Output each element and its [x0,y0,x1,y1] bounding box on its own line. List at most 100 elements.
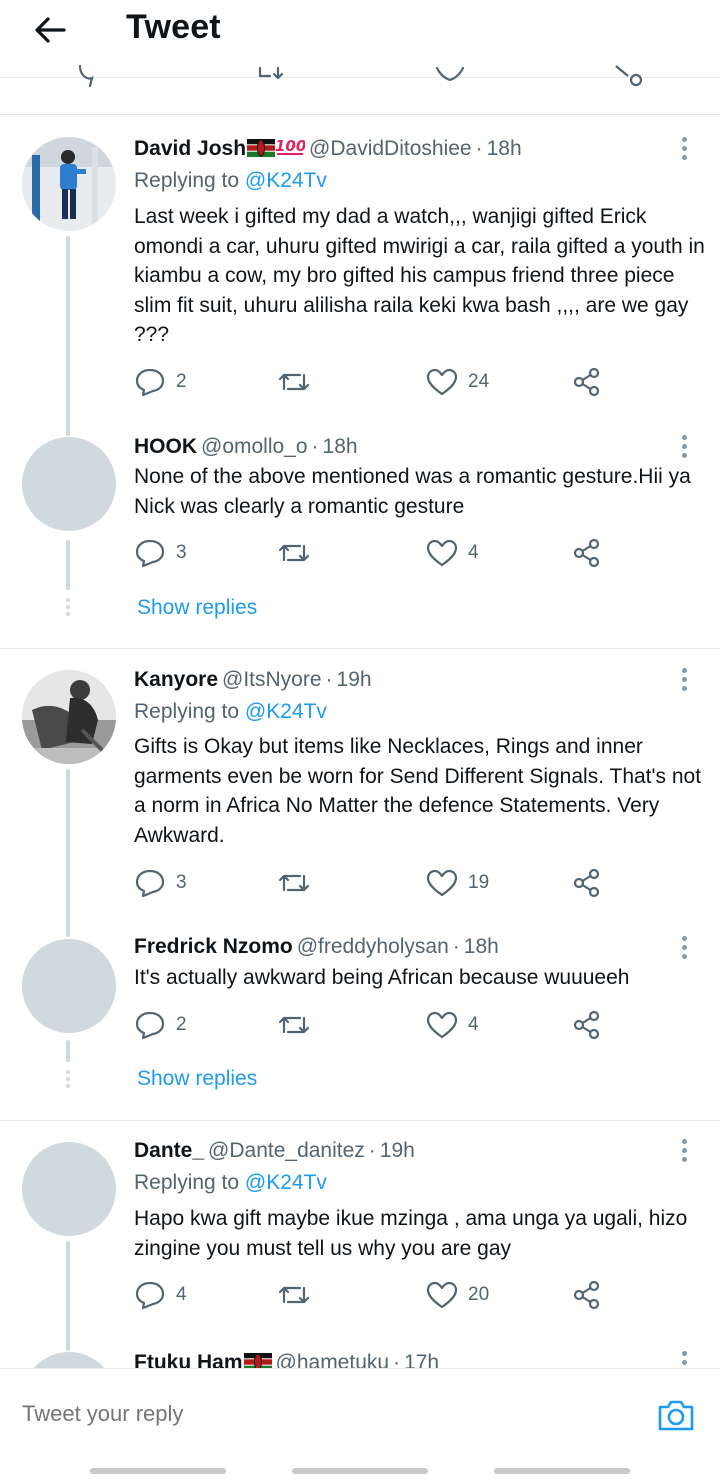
more-options-button[interactable] [682,936,688,963]
reply-icon [135,1011,165,1040]
retweet-button[interactable] [276,1277,312,1313]
author-name[interactable]: David Josh [134,137,246,160]
heart-icon [426,539,458,567]
replying-to: Replying to @K24Tv [134,169,327,192]
separator-dot: · [452,935,460,958]
mention-link[interactable]: @K24Tv [245,700,327,723]
share-button[interactable] [572,535,602,571]
thread-line [66,769,70,937]
author-name[interactable]: HOOK [134,435,197,458]
share-icon[interactable] [612,64,648,88]
divider [0,1120,720,1121]
divider [0,648,720,649]
tweet-actions: 2 4 [134,1007,614,1043]
like-icon[interactable] [434,64,466,88]
share-button[interactable] [572,1277,602,1313]
mention-link[interactable]: @K24Tv [245,169,327,192]
reply-count: 4 [176,1284,187,1305]
avatar[interactable] [22,1142,116,1236]
author-handle[interactable]: @ItsNyore [222,668,322,691]
show-replies-link[interactable]: Show replies [137,1067,257,1091]
retweet-icon [278,1286,310,1304]
heart-icon [426,1281,458,1309]
share-icon [573,367,600,397]
author-handle[interactable]: @Dante_danitez [208,1139,365,1162]
share-icon [573,1280,600,1310]
like-button[interactable]: 19 [426,865,489,901]
share-icon [573,868,600,898]
timestamp[interactable]: 18h [323,435,358,458]
reply-button[interactable]: 3 [134,535,187,571]
separator-dot: · [368,1139,376,1162]
arrow-left-icon [35,17,66,43]
thread-line [66,236,70,436]
tweet-header: Kanyore @ItsNyore · 19h [134,665,372,695]
reply-button[interactable]: 2 [134,1007,187,1043]
retweet-icon [278,373,310,391]
timestamp[interactable]: 18h [464,935,499,958]
author-name[interactable]: Fredrick Nzomo [134,935,293,958]
tweet-actions: 3 19 [134,865,614,901]
retweet-button[interactable] [276,535,312,571]
avatar[interactable] [22,137,116,231]
like-button[interactable]: 20 [426,1277,489,1313]
author-handle[interactable]: @DavidDitoshiee [309,137,472,160]
tweet-text: Hapo kwa gift maybe ikue mzinga , ama un… [134,1207,688,1260]
replying-to: Replying to @K24Tv [134,1171,327,1194]
more-options-button[interactable] [682,435,688,462]
timestamp[interactable]: 19h [380,1139,415,1162]
camera-button[interactable] [656,1397,698,1437]
more-options-button[interactable] [682,1139,688,1166]
author-name[interactable]: Kanyore [134,668,218,691]
reply-input[interactable] [22,1401,622,1427]
back-button[interactable] [28,10,72,50]
avatar[interactable] [22,939,116,1033]
collapsed-thread-dots [66,1070,70,1091]
avatar[interactable] [22,670,116,764]
avatar[interactable] [22,437,116,531]
tweet-text: Gifts is Okay but items like Necklaces, … [134,735,702,847]
timestamp[interactable]: 18h [487,137,522,160]
share-button[interactable] [572,364,602,400]
retweet-button[interactable] [276,865,312,901]
like-button[interactable]: 24 [426,364,489,400]
heart-icon [426,869,458,897]
author-name[interactable]: Dante_ [134,1139,204,1162]
like-count: 4 [468,1014,479,1035]
reply-button[interactable]: 3 [134,865,187,901]
timestamp[interactable]: 19h [337,668,372,691]
share-button[interactable] [572,1007,602,1043]
heart-icon [426,1011,458,1039]
like-button[interactable]: 4 [426,1007,479,1043]
show-replies-link[interactable]: Show replies [137,596,257,620]
like-count: 20 [468,1284,490,1305]
share-button[interactable] [572,865,602,901]
retweet-icon [278,874,310,892]
retweet-button[interactable] [276,1007,312,1043]
tweet-header: Fredrick Nzomo @freddyholysan · 18h [134,932,499,962]
retweet-button[interactable] [276,364,312,400]
tweet-header: David Josh 100 @DavidDitoshiee · 18h [134,134,522,164]
author-handle[interactable]: @freddyholysan [297,935,449,958]
like-button[interactable]: 4 [426,535,479,571]
reply-button[interactable]: 2 [134,364,187,400]
reply-composer [0,1368,720,1484]
heart-icon [426,368,458,396]
tweet-text: Last week i gifted my dad a watch,,, wan… [134,205,705,346]
page-title: Tweet [126,8,221,46]
more-options-button[interactable] [682,668,688,695]
reply-count: 3 [176,542,187,563]
more-options-button[interactable] [682,137,688,164]
retweet-icon[interactable] [256,64,292,88]
system-nav-bar [90,1468,226,1474]
tweet-text: None of the above mentioned was a romant… [134,465,691,518]
author-handle[interactable]: @omollo_o [201,435,308,458]
collapsed-thread-dots [66,598,70,619]
avatar-photo [22,137,116,231]
reply-icon[interactable] [76,64,106,88]
reply-button[interactable]: 4 [134,1277,187,1313]
system-nav-bar [494,1468,630,1474]
reply-icon [135,368,165,397]
reply-icon [135,1281,165,1310]
mention-link[interactable]: @K24Tv [245,1171,327,1194]
